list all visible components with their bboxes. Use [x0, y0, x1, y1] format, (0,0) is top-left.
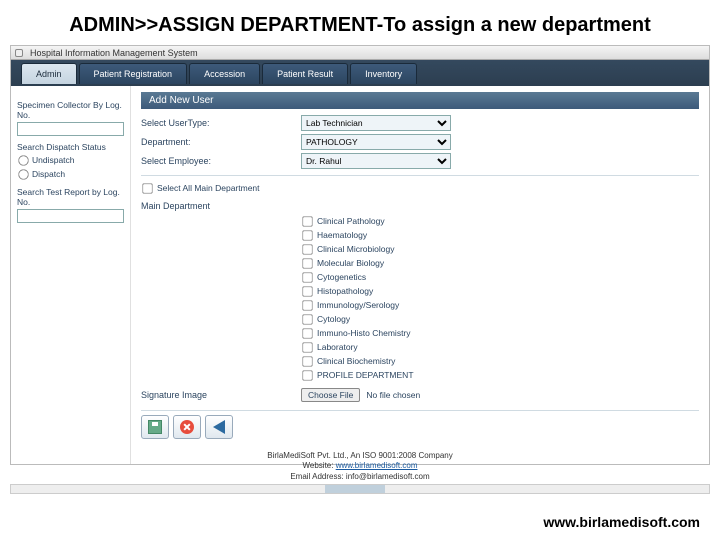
dept-checkbox-row[interactable]: Cytology	[301, 313, 699, 326]
save-button[interactable]	[141, 415, 169, 439]
dept-checkbox-row[interactable]: Immuno-Histo Chemistry	[301, 327, 699, 340]
main-tabs: Admin Patient Registration Accession Pat…	[11, 60, 709, 86]
footer-link[interactable]: www.birlamedisoft.com	[336, 461, 418, 470]
main-panel: Add New User Select UserType: Lab Techni…	[131, 86, 709, 464]
select-all-row[interactable]: Select All Main Department	[141, 182, 699, 195]
arrow-left-icon	[213, 420, 225, 434]
dept-checkbox-row[interactable]: Molecular Biology	[301, 257, 699, 270]
department-label: Department:	[141, 137, 301, 147]
choose-file-button[interactable]: Choose File	[301, 388, 360, 402]
specimen-input[interactable]	[17, 122, 124, 136]
dept-checkbox-row[interactable]: Clinical Microbiology	[301, 243, 699, 256]
radio-undispatch[interactable]: Undispatch	[17, 154, 124, 167]
tab-patient-result[interactable]: Patient Result	[262, 63, 348, 84]
sidebar: Specimen Collector By Log. No. Search Di…	[11, 86, 131, 464]
dept-checkbox-row[interactable]: Haematology	[301, 229, 699, 242]
radio-dispatch[interactable]: Dispatch	[17, 168, 124, 181]
window-title: Hospital Information Management System	[26, 48, 198, 58]
dept-checkbox-row[interactable]: PROFILE DEPARTMENT	[301, 369, 699, 382]
app-window: Hospital Information Management System A…	[10, 45, 710, 465]
tab-inventory[interactable]: Inventory	[350, 63, 417, 84]
dispatch-radio-group: Undispatch Dispatch	[17, 154, 124, 181]
scrollbar-thumb[interactable]	[325, 485, 385, 493]
window-control[interactable]	[15, 49, 23, 57]
back-button[interactable]	[205, 415, 233, 439]
department-list: Clinical PathologyHaematologyClinical Mi…	[301, 215, 699, 382]
delete-button[interactable]	[173, 415, 201, 439]
employee-select[interactable]: Dr. Rahul	[301, 153, 451, 169]
section-title: Add New User	[141, 92, 699, 109]
employee-label: Select Employee:	[141, 156, 301, 166]
dept-checkbox-row[interactable]: Immunology/Serology	[301, 299, 699, 312]
window-chrome: Hospital Information Management System	[11, 46, 709, 60]
save-icon	[148, 420, 162, 434]
dispatch-group-label: Search Dispatch Status	[17, 142, 124, 152]
footer-line3: Email Address: info@birlamedisoft.com	[0, 472, 720, 482]
tab-admin[interactable]: Admin	[21, 63, 77, 84]
horizontal-scrollbar[interactable]	[10, 484, 710, 494]
dept-checkbox-row[interactable]: Clinical Biochemistry	[301, 355, 699, 368]
action-bar	[141, 410, 699, 443]
footer-line1: BirlaMediSoft Pvt. Ltd., An ISO 9001:200…	[0, 451, 720, 461]
footer-text: BirlaMediSoft Pvt. Ltd., An ISO 9001:200…	[0, 451, 720, 482]
dept-checkbox-row[interactable]: Clinical Pathology	[301, 215, 699, 228]
tab-accession[interactable]: Accession	[189, 63, 260, 84]
search-report-input[interactable]	[17, 209, 124, 223]
main-dept-label: Main Department	[141, 201, 699, 211]
slide-title: ADMIN>>ASSIGN DEPARTMENT-To assign a new…	[0, 0, 720, 45]
file-status: No file chosen	[366, 390, 420, 400]
department-select[interactable]: PATHOLOGY	[301, 134, 451, 150]
close-icon	[180, 420, 194, 434]
dept-checkbox-row[interactable]: Histopathology	[301, 285, 699, 298]
dept-checkbox-row[interactable]: Cytogenetics	[301, 271, 699, 284]
divider	[141, 175, 699, 176]
user-type-label: Select UserType:	[141, 118, 301, 128]
user-type-select[interactable]: Lab Technician	[301, 115, 451, 131]
tab-patient-registration[interactable]: Patient Registration	[79, 63, 188, 84]
bottom-url: www.birlamedisoft.com	[543, 514, 700, 530]
dept-checkbox-row[interactable]: Laboratory	[301, 341, 699, 354]
signature-label: Signature Image	[141, 390, 301, 400]
search-report-label: Search Test Report by Log. No.	[17, 187, 124, 207]
specimen-label: Specimen Collector By Log. No.	[17, 100, 124, 120]
